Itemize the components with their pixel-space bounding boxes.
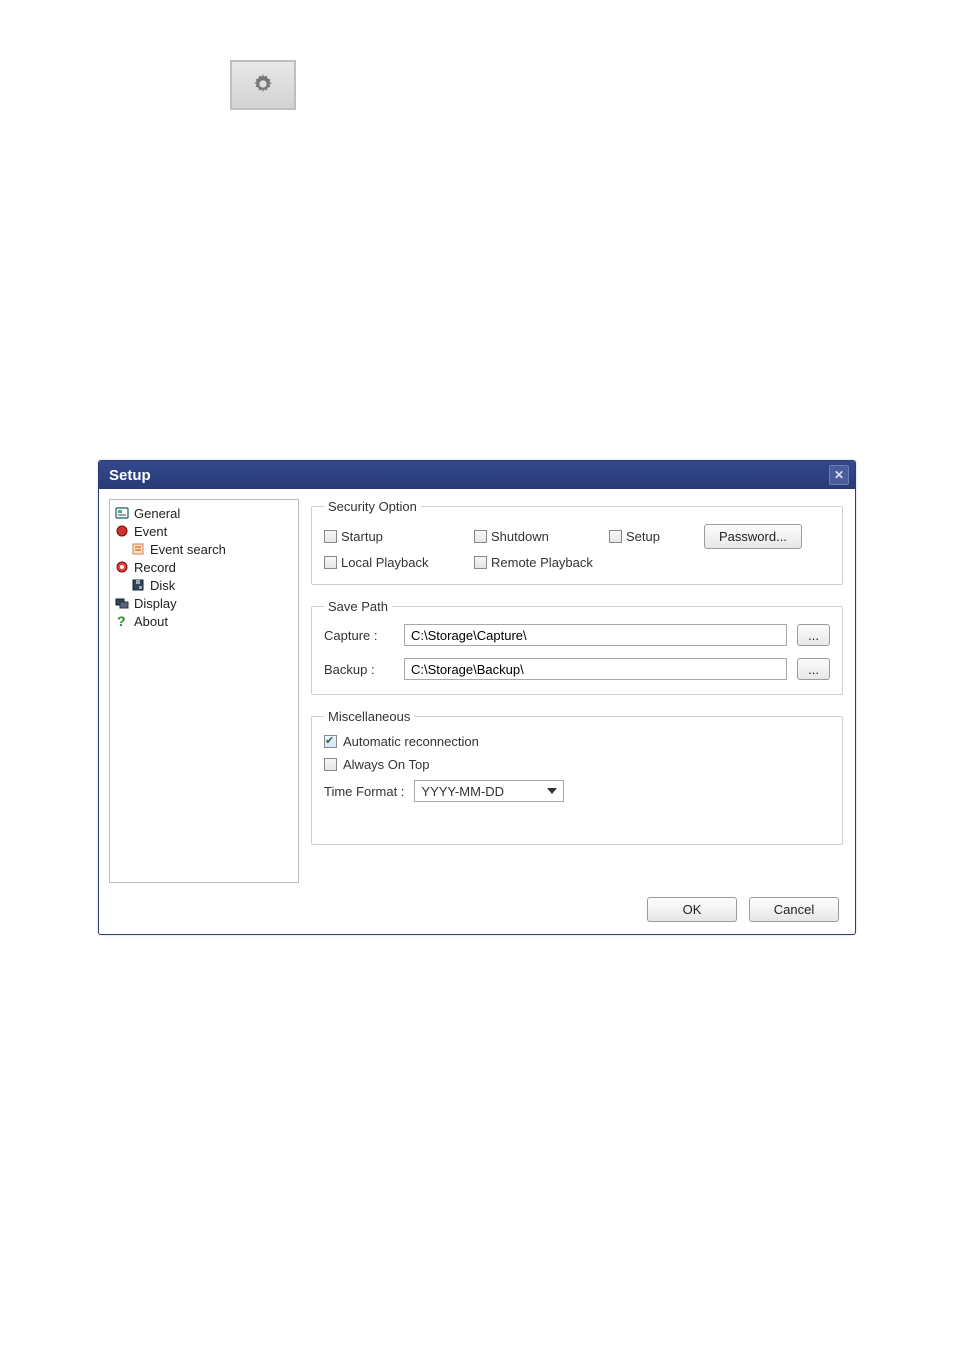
content-pane: Security Option Startup Shutdown Setu <box>307 499 855 883</box>
setup-label: Setup <box>626 529 660 544</box>
close-button[interactable]: ✕ <box>829 465 849 485</box>
tree-item-display[interactable]: Display <box>112 594 296 612</box>
time-format-label: Time Format : <box>324 784 404 799</box>
dot-icon <box>114 523 130 539</box>
tree-label: Record <box>134 560 176 575</box>
startup-label: Startup <box>341 529 383 544</box>
cancel-button[interactable]: Cancel <box>749 897 839 922</box>
dialog-button-bar: OK Cancel <box>99 889 855 934</box>
tree-item-record[interactable]: Record <box>112 558 296 576</box>
qmark-icon: ? <box>114 613 130 629</box>
auto-reconnect-label: Automatic reconnection <box>343 734 479 749</box>
savepath-legend: Save Path <box>324 599 392 614</box>
disk-icon <box>130 577 146 593</box>
tree-item-about[interactable]: ? About <box>112 612 296 630</box>
shutdown-label: Shutdown <box>491 529 549 544</box>
misc-legend: Miscellaneous <box>324 709 414 724</box>
tree-item-disk[interactable]: Disk <box>112 576 296 594</box>
screens-icon <box>114 595 130 611</box>
backup-path-input[interactable] <box>404 658 787 680</box>
close-icon: ✕ <box>834 469 844 481</box>
local-playback-checkbox[interactable] <box>324 556 337 569</box>
security-option-group: Security Option Startup Shutdown Setu <box>311 499 843 585</box>
capture-browse-button[interactable]: ... <box>797 624 830 646</box>
misc-group: Miscellaneous Automatic reconnection Alw… <box>311 709 843 845</box>
backup-label: Backup : <box>324 662 394 677</box>
note-icon <box>130 541 146 557</box>
time-format-select[interactable]: YYYY-MM-DD <box>414 780 564 802</box>
tree-label: Disk <box>150 578 175 593</box>
settings-icon <box>252 73 274 98</box>
setup-checkbox[interactable] <box>609 530 622 543</box>
password-button[interactable]: Password... <box>704 524 802 549</box>
time-format-value: YYYY-MM-DD <box>421 784 504 799</box>
remote-playback-checkbox[interactable] <box>474 556 487 569</box>
always-on-top-label: Always On Top <box>343 757 429 772</box>
capture-path-input[interactable] <box>404 624 787 646</box>
nav-tree: General Event Event search Record Disk <box>109 499 299 883</box>
tree-label: About <box>134 614 168 629</box>
settings-toolbar-button[interactable] <box>230 60 296 110</box>
security-legend: Security Option <box>324 499 421 514</box>
gear-icon <box>114 559 130 575</box>
save-path-group: Save Path Capture : ... Backup : ... <box>311 599 843 695</box>
backup-browse-button[interactable]: ... <box>797 658 830 680</box>
capture-label: Capture : <box>324 628 394 643</box>
local-playback-label: Local Playback <box>341 555 428 570</box>
tree-item-eventsearch[interactable]: Event search <box>112 540 296 558</box>
auto-reconnect-checkbox[interactable] <box>324 735 337 748</box>
chevron-down-icon <box>547 788 557 794</box>
dialog-title: Setup <box>109 467 151 484</box>
card-icon <box>114 505 130 521</box>
tree-label: Display <box>134 596 177 611</box>
tree-label: General <box>134 506 180 521</box>
tree-label: Event search <box>150 542 226 557</box>
tree-item-general[interactable]: General <box>112 504 296 522</box>
startup-checkbox[interactable] <box>324 530 337 543</box>
tree-label: Event <box>134 524 167 539</box>
setup-dialog: Setup ✕ General Event Event search <box>98 460 856 935</box>
tree-item-event[interactable]: Event <box>112 522 296 540</box>
remote-playback-label: Remote Playback <box>491 555 593 570</box>
shutdown-checkbox[interactable] <box>474 530 487 543</box>
titlebar: Setup ✕ <box>99 461 855 489</box>
always-on-top-checkbox[interactable] <box>324 758 337 771</box>
ok-button[interactable]: OK <box>647 897 737 922</box>
svg-text:?: ? <box>117 614 126 628</box>
